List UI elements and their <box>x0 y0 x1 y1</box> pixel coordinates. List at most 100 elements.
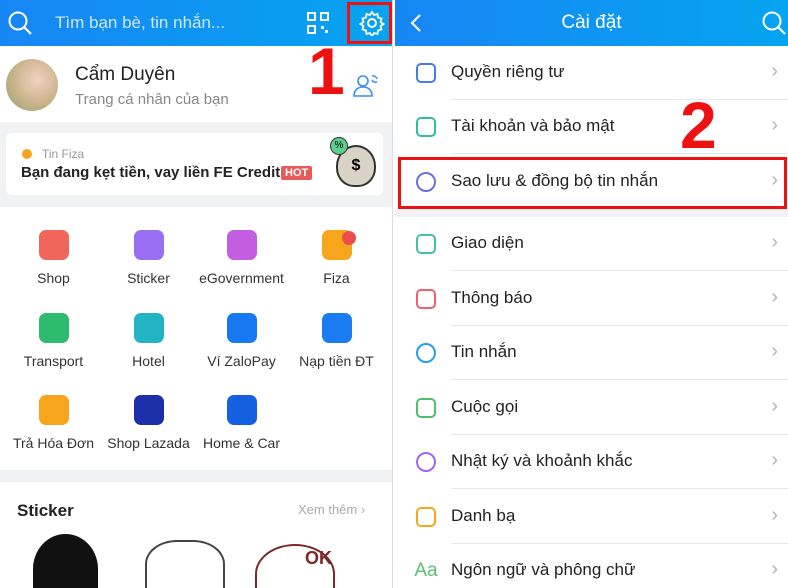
sticker-section: Sticker Xem thêm › OK <box>0 482 392 588</box>
coin-icon <box>22 149 32 159</box>
avatar <box>6 59 58 111</box>
settings-title: Cài đặt <box>561 12 622 33</box>
zalopay-icon <box>226 313 257 343</box>
sticker-smile-icon <box>133 230 164 260</box>
bell-icon <box>413 286 439 312</box>
app-label: Fiza <box>323 270 350 286</box>
chat-bubble-icon <box>413 340 439 366</box>
lock-icon <box>413 60 439 86</box>
notification-dot <box>342 231 356 245</box>
zalo-more-screen: Tìm bạn bè, tin nhắn... Cẩm Duyên Trang … <box>0 0 392 588</box>
highlight-box-backup <box>398 157 787 209</box>
see-more-label: Xem thêm <box>298 502 358 517</box>
settings-item-label: Tin nhắn <box>451 342 517 361</box>
app-transport[interactable]: Transport <box>6 313 101 369</box>
settings-item-label: Nhật ký và khoảnh khắc <box>451 451 633 470</box>
see-more-link[interactable]: Xem thêm › <box>298 502 365 517</box>
app-fiza[interactable]: Fiza <box>289 230 384 286</box>
hot-badge: HOT <box>281 166 313 180</box>
app-sticker[interactable]: Sticker <box>101 230 196 286</box>
section-gap <box>395 209 788 217</box>
search-icon[interactable] <box>7 10 33 36</box>
font-aa-icon: Aa <box>414 560 438 581</box>
search-icon[interactable] <box>761 10 787 36</box>
settings-item-10[interactable]: Aa Ngôn ngữ và phông chữ › <box>395 544 788 588</box>
chevron-right-icon: › <box>771 286 778 308</box>
shopping-bag-icon <box>38 230 69 260</box>
lazada-icon <box>133 395 164 425</box>
sticker-title: Sticker <box>17 501 74 520</box>
app-label: Home & Car <box>202 435 281 451</box>
settings-screen: Cài đặt Quyền riêng tư › Tài khoản và bảo … <box>395 0 788 588</box>
settings-item-label: Quyền riêng tư <box>451 62 565 81</box>
qr-code-icon[interactable] <box>307 12 329 34</box>
settings-item-label: Cuộc gọi <box>451 397 519 416</box>
hotel-icon <box>133 313 164 343</box>
settings-item-8[interactable]: Nhật ký và khoảnh khắc › <box>395 435 788 489</box>
chevron-right-icon: › <box>771 395 778 417</box>
settings-item-6[interactable]: Tin nhắn › <box>395 326 788 380</box>
settings-item-label: Ngôn ngữ và phông chữ <box>451 560 636 579</box>
phone-topup-icon <box>321 313 352 343</box>
app-n-p-ti-n-t[interactable]: Nạp tiền ĐT <box>289 313 384 369</box>
app-egovernment[interactable]: eGovernment <box>194 230 289 286</box>
profile-name: Cẩm Duyên <box>75 64 176 85</box>
government-building-icon <box>226 230 257 260</box>
bus-icon <box>38 313 69 343</box>
settings-item-4[interactable]: Giao diện › <box>395 217 788 271</box>
settings-item-label: Danh bạ <box>451 506 516 525</box>
app-label: Hotel <box>132 353 165 369</box>
settings-item-1[interactable]: Quyền riêng tư › <box>395 46 788 100</box>
sticker-girl[interactable] <box>33 534 98 588</box>
app-label: eGovernment <box>199 270 284 286</box>
settings-item-9[interactable]: Danh bạ › <box>395 490 788 544</box>
contact-person-icon <box>413 504 439 530</box>
row-divider <box>451 379 788 380</box>
percent-icon: % <box>330 137 348 155</box>
sticker-ok-text: OK <box>305 548 332 568</box>
step-number-2: 2 <box>680 88 717 162</box>
step-number-1: 1 <box>308 34 345 108</box>
chevron-right-icon: › <box>771 60 778 82</box>
sticker-cat[interactable] <box>145 540 225 588</box>
clock-icon <box>413 449 439 475</box>
search-input[interactable]: Tìm bạn bè, tin nhắn... <box>55 13 225 33</box>
settings-item-label: Thông báo <box>451 288 533 307</box>
app-label: Sticker <box>127 270 170 286</box>
home-car-icon <box>226 395 257 425</box>
app-tr-h-a-n[interactable]: Trả Hóa Đơn <box>6 395 101 451</box>
app-v-zalopay[interactable]: Ví ZaloPay <box>194 313 289 369</box>
profile-subtitle: Trang cá nhân của bạn <box>75 91 229 108</box>
row-divider <box>451 270 788 271</box>
banner-text: Bạn đang kẹt tiền, vay liền FE Credit! <box>21 164 286 181</box>
phone-icon <box>413 395 439 421</box>
app-grid: Shop Sticker eGovernment Fiza Transport Hotel… <box>0 207 392 470</box>
chevron-right-icon: › <box>771 114 778 136</box>
row-divider <box>451 153 788 154</box>
paint-brush-icon <box>413 231 439 257</box>
chevron-right-icon: › <box>771 558 778 580</box>
chevron-right-icon: › <box>771 340 778 362</box>
settings-item-2[interactable]: Tài khoản và bảo mật › <box>395 100 788 154</box>
app-shop-lazada[interactable]: Shop Lazada <box>101 395 196 451</box>
app-label: Shop <box>37 270 70 286</box>
app-shop[interactable]: Shop <box>6 230 101 286</box>
banner-source: Tin Fiza <box>42 147 85 161</box>
bill-icon <box>38 395 69 425</box>
settings-header: Cài đặt <box>395 0 788 46</box>
app-label: Ví ZaloPay <box>207 353 276 369</box>
chevron-right-icon: › <box>771 231 778 253</box>
app-label: Shop Lazada <box>107 435 190 451</box>
app-label: Nạp tiền ĐT <box>299 353 374 369</box>
app-home-car[interactable]: Home & Car <box>194 395 289 451</box>
settings-item-5[interactable]: Thông báo › <box>395 272 788 326</box>
chevron-right-icon: › <box>771 449 778 471</box>
switch-account-icon[interactable] <box>352 72 380 98</box>
chevron-right-icon: › <box>360 502 366 517</box>
chevron-right-icon: › <box>771 504 778 526</box>
app-hotel[interactable]: Hotel <box>101 313 196 369</box>
fiza-banner[interactable]: Tin Fiza Bạn đang kẹt tiền, vay liền FE … <box>6 133 383 195</box>
settings-item-7[interactable]: Cuộc gọi › <box>395 381 788 435</box>
row-divider <box>451 488 788 489</box>
shield-icon <box>413 114 439 140</box>
